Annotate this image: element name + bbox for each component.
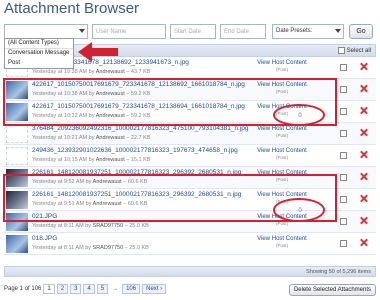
username-field[interactable]: User Name: [92, 24, 166, 39]
select-all-checkbox[interactable]: [337, 47, 345, 54]
page-title: Attachment Browser: [4, 0, 140, 17]
dropdown-option[interactable]: (All Content Types): [5, 39, 73, 49]
row-checkbox[interactable]: [340, 240, 347, 247]
row-size: 25.0 KB: [129, 245, 149, 251]
showing-count: Showing 50 of 5,296 items: [4, 266, 376, 277]
row-checkbox[interactable]: [340, 152, 347, 159]
oval-label: 0: [298, 208, 302, 214]
row-size: 43.7 KB: [130, 69, 151, 75]
row-meta: Yesterday at 10:15 AM by Andrewaust – 15…: [32, 157, 151, 163]
page-label: Page 1 of 106: [4, 286, 42, 292]
content-type-select[interactable]: [4, 24, 88, 39]
row-checkbox[interactable]: [340, 174, 347, 181]
select-all[interactable]: Select all: [337, 47, 371, 54]
page-link[interactable]: 3: [70, 284, 82, 294]
row-checkbox[interactable]: [340, 64, 347, 71]
dropdown-option[interactable]: Post: [5, 59, 73, 69]
row-meta: Yesterday at 8:11 AM by SRAD97750 – 25.0…: [32, 245, 149, 251]
row-date: Yesterday at 8:11 AM by: [32, 223, 92, 229]
page-link[interactable]: 4: [83, 284, 95, 294]
red-arrow-annotation: [78, 42, 118, 62]
delete-icon[interactable]: [359, 216, 368, 225]
end-date-field[interactable]: End Date: [220, 24, 266, 39]
content-type-dropdown: (All Content Types) Conversation Message…: [4, 38, 74, 69]
host-label: View Host Content: [257, 236, 307, 242]
delete-icon[interactable]: [359, 194, 368, 203]
delete-icon[interactable]: [359, 172, 368, 181]
delete-icon[interactable]: [359, 106, 368, 115]
host-label: View Host Content: [257, 126, 307, 132]
table-row: 018.JPG Yesterday at 8:11 AM by SRAD9775…: [4, 233, 376, 255]
view-host-content-link[interactable]: View Host Content (Post): [250, 126, 314, 138]
row-user[interactable]: Andrewaust: [96, 69, 125, 75]
page-ellipsis: →: [112, 286, 119, 292]
view-host-content-link[interactable]: View Host Content (Post): [250, 148, 314, 160]
delete-icon[interactable]: [359, 238, 368, 247]
delete-icon[interactable]: [359, 150, 368, 159]
page-link[interactable]: 1: [43, 284, 55, 294]
last-page-link[interactable]: 106: [122, 284, 141, 294]
dropdown-option[interactable]: Conversation Message: [5, 49, 73, 59]
filename-link[interactable]: 018.JPG: [32, 235, 57, 242]
row-user[interactable]: SRAD97750: [93, 223, 124, 229]
row-meta: Yesterday at 8:11 AM by SRAD97750 – 25.0…: [32, 223, 149, 229]
start-date-field[interactable]: Start Date: [170, 24, 216, 39]
delete-selected-button[interactable]: Delete Selected Attachments: [288, 284, 376, 296]
date-presets-label: Date Presets:: [276, 28, 313, 34]
delete-icon[interactable]: [359, 128, 368, 137]
page-link[interactable]: 5: [96, 284, 109, 294]
thumbnail[interactable]: [6, 235, 28, 253]
go-button[interactable]: Go: [349, 24, 373, 39]
next-page-link[interactable]: Next ›: [142, 284, 167, 294]
table-row: 376484_209236092492316_100002177816323_4…: [4, 123, 376, 145]
row-meta: Yesterday at 10:21 AM by Andrewaust – 22…: [32, 135, 151, 141]
row-user[interactable]: Andrewaust: [96, 135, 125, 141]
filename-link[interactable]: 249436_123932901022636_100002177816323_1…: [32, 147, 238, 154]
row-date: Yesterday at 10:21 AM by: [32, 135, 95, 141]
pagination: Page 1 of 106 1 2 3 4 5 → 106 Next ›: [4, 284, 167, 294]
host-label: View Host Content: [257, 60, 307, 66]
table-row: 249436_123932901022636_100002177816323_1…: [4, 145, 376, 167]
row-user[interactable]: Andrewaust: [96, 157, 125, 163]
row-checkbox[interactable]: [340, 196, 347, 203]
row-date: Yesterday at 10:15 AM by: [32, 157, 95, 163]
row-checkbox[interactable]: [340, 108, 347, 115]
thumbnail[interactable]: [6, 147, 28, 165]
host-type: (Post): [275, 67, 288, 72]
row-checkbox[interactable]: [340, 86, 347, 93]
host-label: View Host Content: [257, 148, 307, 154]
host-type: (Post): [275, 133, 288, 138]
row-checkbox[interactable]: [340, 218, 347, 225]
row-size: 22.7 KB: [130, 135, 151, 141]
host-type: (Post): [275, 243, 288, 248]
row-checkbox[interactable]: [340, 130, 347, 137]
row-date: Yesterday at 8:11 AM by: [32, 245, 92, 251]
thumbnail[interactable]: [6, 125, 28, 143]
delete-icon[interactable]: [359, 62, 368, 71]
row-date: Yesterday at 10:38 AM by: [32, 69, 95, 75]
row-meta: Yesterday at 10:38 AM by Andrewaust – 43…: [32, 69, 151, 75]
view-host-content-link[interactable]: View Host Content (Post): [250, 236, 314, 248]
chevron-down-icon: [79, 29, 85, 33]
host-type: (Post): [275, 155, 288, 160]
filename-link[interactable]: 376484_209236092492316_100002177816323_4…: [32, 125, 249, 132]
select-all-label: Select all: [346, 47, 371, 54]
chevron-down-icon: [335, 29, 341, 33]
row-size: 15.1 KB: [130, 157, 151, 163]
row-size: 25.0 KB: [129, 223, 149, 229]
delete-icon[interactable]: [359, 84, 368, 93]
date-presets-select[interactable]: Date Presets:: [272, 24, 344, 39]
row-user[interactable]: SRAD97750: [93, 245, 124, 251]
view-host-content-link[interactable]: View Host Content (Post): [250, 60, 314, 72]
page-link[interactable]: 2: [56, 284, 69, 294]
oval-label: 0: [298, 113, 302, 119]
